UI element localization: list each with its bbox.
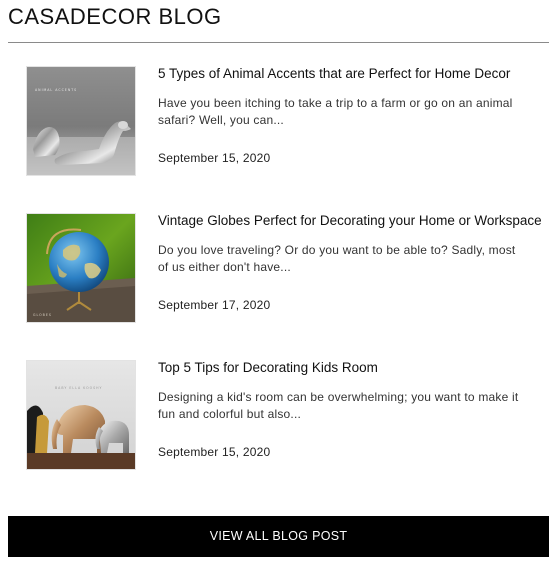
post-date: September 17, 2020 <box>158 298 271 312</box>
post-date: September 15, 2020 <box>158 445 271 459</box>
blog-post-card: BABY ELLA KOOSHY Top 5 Tips for Decorati… <box>26 360 549 470</box>
post-thumbnail-elephant[interactable]: BABY ELLA KOOSHY <box>26 360 136 470</box>
post-date: September 15, 2020 <box>158 151 271 165</box>
post-title-link[interactable]: 5 Types of Animal Accents that are Perfe… <box>158 65 549 83</box>
post-excerpt: Have you been itching to take a trip to … <box>158 96 513 127</box>
svg-text:ANIMAL ACCENTS: ANIMAL ACCENTS <box>35 88 77 92</box>
svg-text:GLOBES: GLOBES <box>33 313 52 317</box>
post-thumbnail-globe[interactable]: GLOBES <box>26 213 136 323</box>
post-excerpt: Do you love traveling? Or do you want to… <box>158 243 516 274</box>
svg-text:BABY ELLA KOOSHY: BABY ELLA KOOSHY <box>55 386 102 390</box>
post-excerpt: Designing a kid's room can be overwhelmi… <box>158 390 519 421</box>
post-thumbnail-dog[interactable]: ANIMAL ACCENTS <box>26 66 136 176</box>
blog-post-card: ANIMAL ACCENTS 5 Types of Animal Accents… <box>26 66 549 176</box>
post-title-link[interactable]: Top 5 Tips for Decorating Kids Room <box>158 359 549 377</box>
section-title: CASADECOR BLOG <box>8 4 222 29</box>
post-title-link[interactable]: Vintage Globes Perfect for Decorating yo… <box>158 212 549 230</box>
title-divider <box>8 42 549 43</box>
elephant-figurines-image: BABY ELLA KOOSHY <box>27 361 135 469</box>
globe-on-stand-image: GLOBES <box>27 214 135 322</box>
blog-post-card: GLOBES Vintage Globes Perfect for Decora… <box>26 213 549 323</box>
view-all-blog-post-button[interactable]: VIEW ALL BLOG POST <box>8 516 549 557</box>
silver-dog-figurine-image: ANIMAL ACCENTS <box>27 67 135 175</box>
